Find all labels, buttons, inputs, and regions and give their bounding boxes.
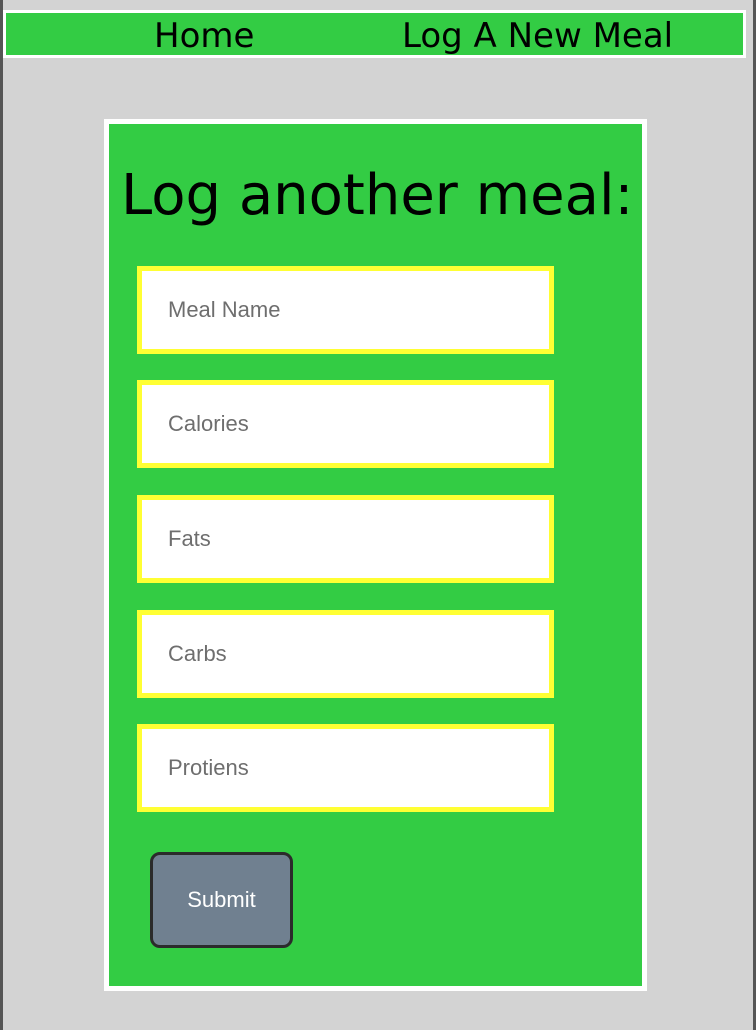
nav-home-link[interactable]: Home xyxy=(154,13,254,56)
nav-log-meal-link[interactable]: Log A New Meal xyxy=(402,13,673,56)
top-navbar: Home Log A New Meal xyxy=(3,10,746,58)
fats-input[interactable] xyxy=(137,495,554,583)
submit-button[interactable]: Submit xyxy=(150,852,293,948)
meal-name-input[interactable] xyxy=(137,266,554,354)
carbs-input[interactable] xyxy=(137,610,554,698)
calories-input[interactable] xyxy=(137,380,554,468)
proteins-input[interactable] xyxy=(137,724,554,812)
log-meal-form: Log another meal: Submit xyxy=(104,119,647,991)
form-title: Log another meal: xyxy=(121,163,634,228)
